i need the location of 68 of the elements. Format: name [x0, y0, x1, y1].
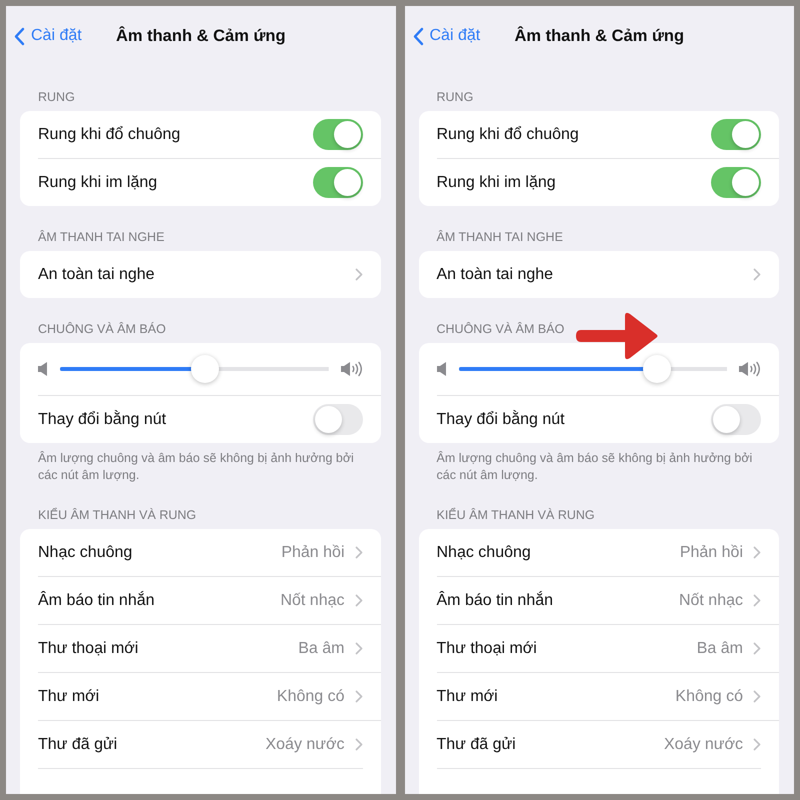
row-value: Xoáy nước	[664, 736, 743, 754]
row-value: Nốt nhạc	[678, 592, 743, 610]
row-label: Âm báo tin nhắn	[436, 592, 554, 610]
row-value: Phản hồi	[281, 544, 344, 562]
back-button[interactable]: Cài đặt	[14, 26, 82, 46]
chevron-icon	[354, 546, 362, 559]
chevron-icon	[354, 738, 362, 751]
speaker-loud-icon	[340, 361, 362, 377]
speaker-loud-icon	[739, 361, 761, 377]
screen-title: Âm thanh & Cảm ứng	[116, 26, 286, 44]
section-header: RUNG	[436, 90, 474, 104]
row-value: Ba âm	[696, 640, 743, 658]
section-header: CHUÔNG VÀ ÂM BÁO	[436, 322, 564, 336]
row-label: Rung khi đổ chuông	[436, 126, 580, 144]
back-button[interactable]: Cài đặt	[412, 26, 480, 46]
row-label: Thư mới	[38, 688, 100, 706]
toggle-switch[interactable]	[312, 119, 362, 150]
row-value: Nốt nhạc	[280, 592, 344, 610]
section-header: KIỂU ÂM THANH VÀ RUNG	[436, 508, 595, 522]
section-header: RUNG	[38, 90, 75, 104]
chevron-icon	[354, 268, 362, 281]
row-label: Thư đã gửi	[436, 736, 517, 754]
row-value: Phản hồi	[680, 544, 743, 562]
section-header: ÂM THANH TAI NGHE	[38, 230, 164, 244]
slider-thumb[interactable]	[643, 355, 672, 383]
row-value: Xoáy nước	[265, 736, 344, 754]
section-header: ÂM THANH TAI NGHE	[436, 230, 563, 244]
chevron-icon	[354, 594, 362, 607]
toggle-switch[interactable]	[711, 167, 761, 198]
speaker-icon	[38, 362, 48, 376]
toggle-switch[interactable]	[312, 167, 362, 198]
row-label: Thư đã gửi	[38, 736, 118, 754]
chevron-icon	[753, 642, 761, 655]
row-label: Rung khi đổ chuông	[38, 126, 182, 144]
section-footer: Âm lượng chuông và âm báo sẽ không bị ảnh hưởng bởi các nút âm lượng.	[404, 443, 794, 484]
row-label: Rung khi im lặng	[38, 174, 158, 192]
toggle-switch[interactable]	[711, 404, 761, 435]
toggle-switch[interactable]	[312, 404, 362, 435]
chevron-icon	[354, 642, 362, 655]
slider-thumb[interactable]	[190, 355, 219, 383]
row-value: Ba âm	[298, 640, 344, 658]
row-label: Thay đổi bằng nút	[38, 410, 168, 428]
row-label: Nhạc chuông	[38, 544, 134, 562]
row-label: An toàn tai nghe	[436, 266, 554, 284]
row-label: Thư thoại mới	[436, 640, 538, 658]
screen-title: Âm thanh & Cảm ứng	[514, 26, 684, 44]
back-chevron-icon	[412, 26, 424, 46]
chevron-icon	[753, 690, 761, 703]
chevron-icon	[753, 546, 761, 559]
back-chevron-icon	[14, 26, 25, 46]
section-header: CHUÔNG VÀ ÂM BÁO	[38, 322, 166, 336]
toggle-switch[interactable]	[711, 119, 761, 150]
row-label: Âm báo tin nhắn	[38, 592, 156, 610]
row-label: Thư thoại mới	[38, 640, 140, 658]
section-header: KIỂU ÂM THANH VÀ RUNG	[38, 508, 196, 522]
speaker-icon	[436, 362, 446, 376]
chevron-icon	[753, 738, 761, 751]
row-value: Không có	[276, 688, 344, 706]
row-value: Không có	[675, 688, 743, 706]
row-label: Thư mới	[436, 688, 499, 706]
row-label: Rung khi im lặng	[436, 174, 557, 192]
row-label: Nhạc chuông	[436, 544, 532, 562]
section-footer: Âm lượng chuông và âm báo sẽ không bị ảnh hưởng bởi các nút âm lượng.	[6, 443, 396, 484]
chevron-icon	[753, 594, 761, 607]
chevron-icon	[753, 268, 761, 281]
row-label: Thay đổi bằng nút	[436, 410, 566, 428]
row-label: An toàn tai nghe	[38, 266, 156, 284]
chevron-icon	[354, 690, 362, 703]
